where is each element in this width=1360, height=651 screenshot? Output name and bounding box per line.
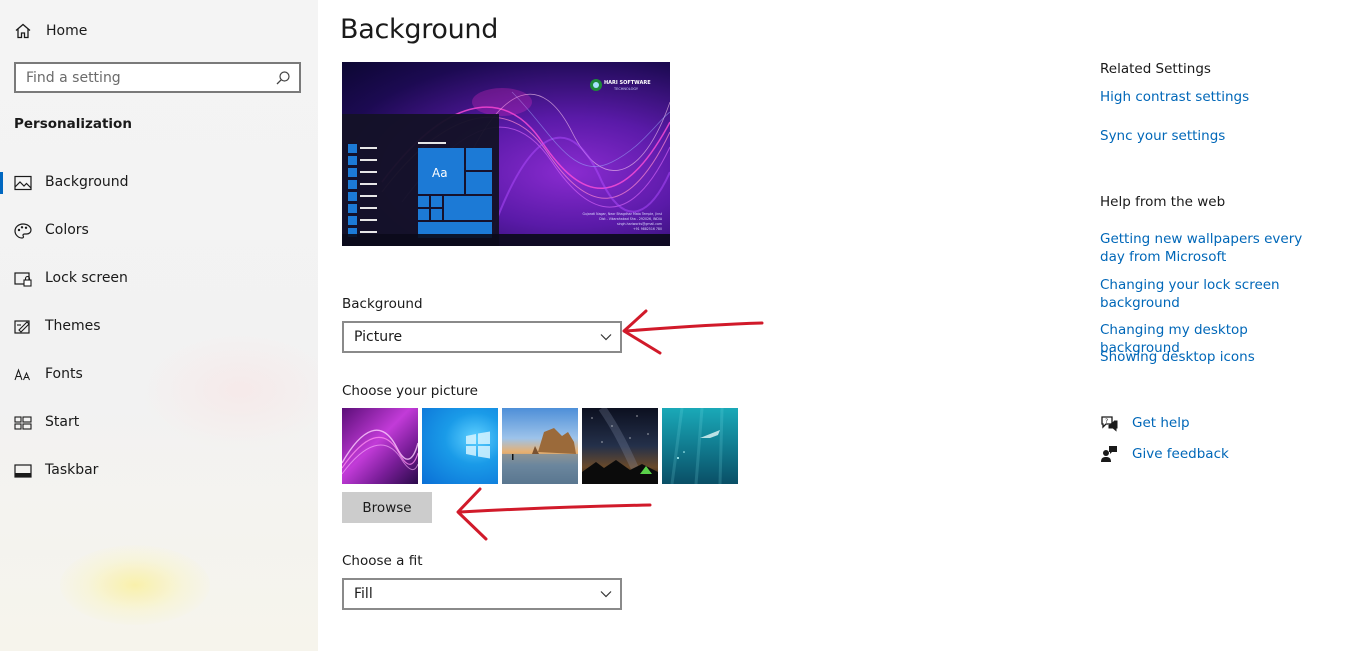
picture-thumbnail-3[interactable] (502, 408, 578, 484)
related-settings-title: Related Settings (1100, 61, 1211, 77)
sidebar-item-fonts[interactable]: Fonts (0, 355, 318, 395)
preview-start-menu: Aa (342, 114, 499, 246)
chevron-down-icon (600, 591, 612, 598)
sidebar-item-colors[interactable]: Colors (0, 211, 318, 251)
start-icon (14, 416, 32, 430)
preview-brand-sub: TECHNOLOGY (614, 87, 639, 91)
picture-thumbnail-5[interactable] (662, 408, 738, 484)
get-help-link[interactable]: Get help (1132, 415, 1190, 431)
picture-thumbnail-1[interactable] (342, 408, 418, 484)
high-contrast-link[interactable]: High contrast settings (1100, 88, 1330, 106)
help-link-desktop-icons[interactable]: Showing desktop icons (1100, 348, 1330, 366)
feedback-icon (1101, 446, 1117, 462)
sidebar-item-label: Fonts (45, 366, 83, 382)
sidebar-item-label: Taskbar (45, 462, 99, 478)
settings-window: Home Personalization Background Col (0, 0, 1360, 651)
get-help-icon: ? (1101, 416, 1118, 432)
annotation-arrow-dropdown (622, 309, 764, 355)
sidebar-item-start[interactable]: Start (0, 403, 318, 443)
picture-icon (14, 175, 32, 191)
help-title: Help from the web (1100, 194, 1226, 210)
preview-tile-text: Aa (432, 166, 448, 180)
fit-dropdown[interactable]: Fill (342, 578, 622, 610)
home-nav-item[interactable]: Home (14, 20, 87, 42)
beach-rock-scene (502, 428, 578, 484)
sidebar-item-label: Start (45, 414, 80, 430)
active-indicator (0, 172, 3, 194)
search-box[interactable] (14, 62, 301, 93)
night-sky-scene (582, 408, 658, 484)
desktop-preview: HARI SOFTWARE TECHNOLOGY Aa Gujarati Nag… (342, 62, 670, 246)
sidebar-item-label: Lock screen (45, 270, 128, 286)
section-title: Personalization (14, 116, 132, 132)
preview-info: Gujarati Nagar, Near Bhagdhar Mata Templ… (582, 212, 662, 231)
background-label: Background (342, 296, 423, 312)
palette-icon (14, 223, 32, 239)
fit-dropdown-value: Fill (354, 586, 373, 602)
home-label: Home (46, 23, 88, 39)
taskbar-icon (14, 464, 32, 478)
sidebar-item-background[interactable]: Background (0, 163, 318, 203)
svg-text:?: ? (1105, 418, 1108, 425)
page-title: Background (340, 14, 499, 45)
themes-icon (14, 320, 30, 334)
sidebar: Home Personalization Background Col (0, 0, 318, 651)
picture-thumbnail-4[interactable] (582, 408, 658, 484)
sidebar-item-label: Background (45, 174, 129, 190)
preview-brand: HARI SOFTWARE (604, 80, 651, 86)
windows-logo-icon (466, 431, 490, 459)
help-link-wallpapers[interactable]: Getting new wallpapers every day from Mi… (1100, 230, 1330, 266)
sidebar-item-taskbar[interactable]: Taskbar (0, 451, 318, 491)
help-link-lock-screen[interactable]: Changing your lock screen background (1100, 276, 1330, 312)
search-input[interactable] (26, 69, 266, 86)
start-menu-list (348, 142, 492, 238)
browse-button[interactable]: Browse (342, 492, 432, 523)
sidebar-item-label: Colors (45, 222, 89, 238)
thumbnail-waves (342, 429, 418, 475)
sidebar-item-lock-screen[interactable]: Lock screen (0, 259, 318, 299)
choose-picture-label: Choose your picture (342, 383, 478, 399)
chevron-down-icon (600, 334, 612, 341)
give-feedback-link[interactable]: Give feedback (1132, 446, 1229, 462)
annotation-arrow-browse (456, 487, 652, 541)
home-icon (15, 23, 31, 39)
sync-settings-link[interactable]: Sync your settings (1100, 127, 1330, 145)
sidebar-item-themes[interactable]: Themes (0, 307, 318, 347)
fonts-icon (14, 368, 30, 381)
background-dropdown-value: Picture (354, 329, 403, 345)
fit-label: Choose a fit (342, 553, 423, 569)
search-icon[interactable] (275, 70, 291, 86)
picture-thumbnail-2[interactable] (422, 408, 498, 484)
lock-screen-icon (14, 272, 32, 287)
background-dropdown[interactable]: Picture (342, 321, 622, 353)
preview-taskbar (342, 234, 670, 246)
underwater-scene (670, 408, 724, 484)
sidebar-item-label: Themes (45, 318, 101, 334)
